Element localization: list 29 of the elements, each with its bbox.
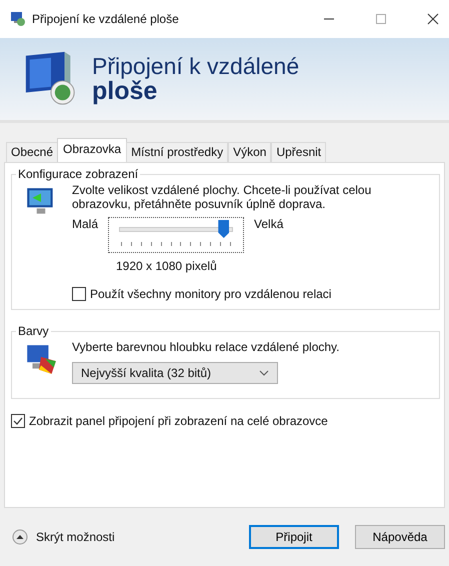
group-title: Barvy [17, 324, 50, 338]
checkbox-label: Použít všechny monitory pro vzdálenou relaci [90, 287, 332, 301]
group-title: Konfigurace zobrazení [17, 167, 140, 181]
caret-icon [259, 370, 269, 376]
checkbox-label: Zobrazit panel připojení při zobrazení na celé obrazovce [29, 414, 328, 428]
window-title: Připojení ke vzdálené ploše [32, 12, 179, 26]
description: Zvolte velikost vzdálené plochy. Chcete-li používat celou obrazovku, přetáhněte posuvník úplně doprava. [72, 183, 372, 211]
hide-options-link[interactable]: Skrýt možnosti [36, 530, 115, 544]
collapse-icon[interactable] [12, 529, 28, 545]
banner-title: Připojení k vzdálené [92, 54, 300, 78]
tab[interactable]: Výkon [228, 142, 272, 162]
tab[interactable]: Obrazovka [57, 138, 128, 162]
tab[interactable]: Místní prostředky [126, 142, 228, 162]
description: Vyberte barevnou hloubku relace vzdálené plochy. [72, 340, 341, 354]
tab[interactable]: Obecné [6, 142, 58, 162]
connect-button[interactable]: Připojit [249, 525, 339, 549]
close-icon[interactable] [427, 13, 439, 25]
size-slider[interactable] [108, 217, 244, 253]
color-depth-dropdown[interactable]: Nejvyšší kvalita (32 bitů) [72, 362, 278, 384]
checkbox[interactable] [72, 287, 86, 301]
app-icon [10, 11, 26, 27]
resolution-label: 1920 x 1080 pixelů [116, 259, 218, 273]
slider-max-label: Velká [254, 217, 284, 231]
banner-subtitle: ploše [92, 78, 158, 104]
help-button[interactable]: Nápověda [355, 525, 445, 549]
tab[interactable]: Upřesnit [271, 142, 326, 162]
checkbox[interactable] [11, 414, 25, 428]
slider-min-label: Malá [72, 217, 98, 231]
monitor-palette-icon [24, 342, 58, 376]
